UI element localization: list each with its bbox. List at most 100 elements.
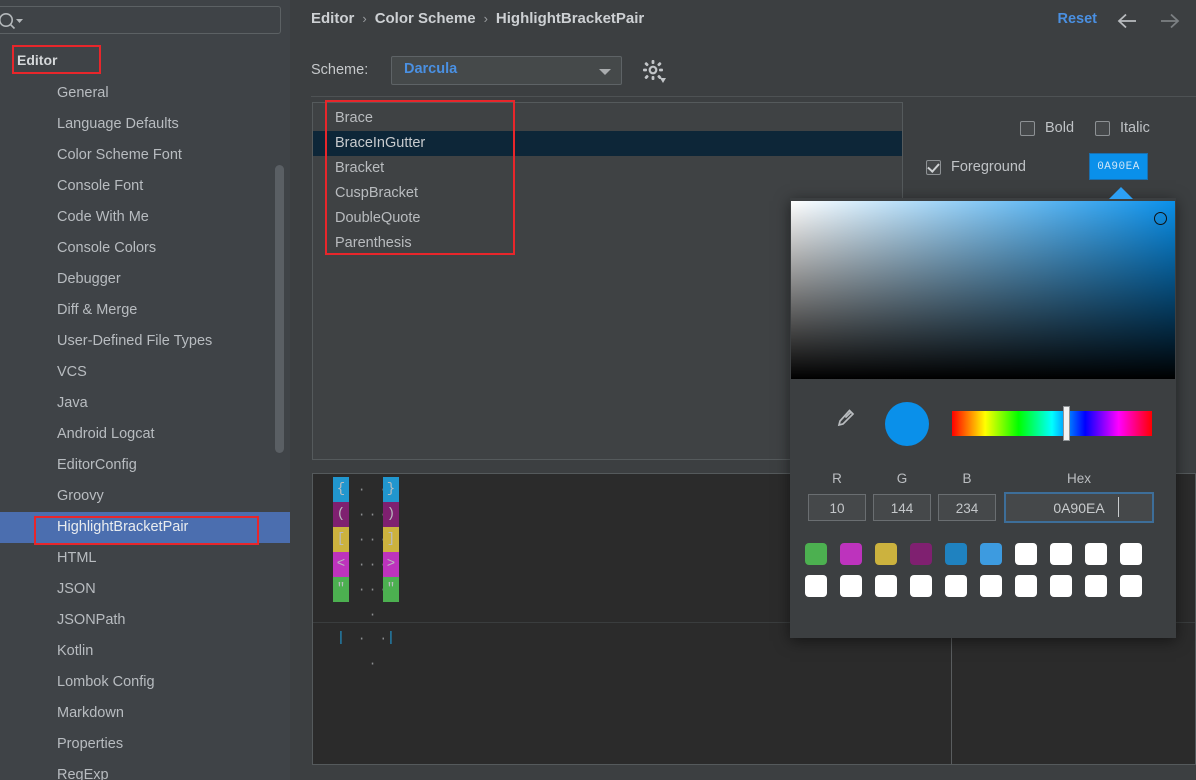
parenthesis-row: (· · ·): [333, 502, 399, 547]
chevron-down-icon[interactable]: [599, 69, 611, 75]
sidebar-item-android-logcat[interactable]: Android Logcat: [0, 419, 290, 450]
sidebar-item-lombok-config[interactable]: Lombok Config: [0, 667, 290, 698]
settings-sidebar: Editor General Language Defaults Color Sche…: [0, 0, 290, 780]
channel-label-g: G: [896, 471, 908, 486]
search-box[interactable]: [0, 6, 281, 35]
sv-cursor-handle[interactable]: [1154, 212, 1167, 225]
preview-open-bracket: (: [333, 502, 349, 527]
foreground-label: Foreground: [951, 159, 1026, 175]
hue-slider[interactable]: [952, 411, 1152, 436]
italic-checkbox[interactable]: [1095, 121, 1110, 136]
breadcrumb: Editor › Color Scheme › HighlightBracketPair: [311, 10, 644, 27]
arrow-right-icon[interactable]: [1158, 11, 1182, 31]
color-swatch-1-6[interactable]: [1015, 575, 1037, 597]
color-swatch-0-7[interactable]: [1050, 543, 1072, 565]
popup-arrow: [1109, 187, 1133, 199]
attribute-item-bracket[interactable]: Bracket: [313, 156, 902, 181]
sidebar-item-java[interactable]: Java: [0, 388, 290, 419]
foreground-color-swatch[interactable]: 0A90EA: [1089, 153, 1148, 180]
breadcrumb-item-0[interactable]: Editor: [311, 10, 354, 27]
scheme-selected-value: Darcula: [404, 61, 458, 77]
search-input[interactable]: [29, 7, 279, 35]
sidebar-item-console-font[interactable]: Console Font: [0, 171, 290, 202]
color-swatch-0-9[interactable]: [1120, 543, 1142, 565]
color-picker-popup: R 10 G 144 B 234 Hex 0A90EA: [790, 187, 1176, 638]
color-swatch-1-1[interactable]: [840, 575, 862, 597]
search-icon[interactable]: [0, 11, 27, 31]
sidebar-item-html[interactable]: HTML: [0, 543, 290, 574]
reset-button[interactable]: Reset: [1058, 11, 1098, 27]
attribute-item-braceingutter[interactable]: BraceInGutter: [313, 131, 902, 156]
preview-open-bracket: ": [333, 577, 349, 602]
brace-in-gutter-row: | · · · |: [333, 626, 399, 671]
preview-close-bracket: }: [383, 477, 399, 502]
sidebar-item-debugger[interactable]: Debugger: [0, 264, 290, 295]
sidebar-item-color-scheme-font[interactable]: Color Scheme Font: [0, 140, 290, 171]
color-swatch-1-8[interactable]: [1085, 575, 1107, 597]
bold-checkbox[interactable]: [1020, 121, 1035, 136]
color-swatch-1-3[interactable]: [910, 575, 932, 597]
foreground-checkbox[interactable]: [926, 160, 941, 175]
saturation-value-area[interactable]: [791, 201, 1175, 379]
sidebar-item-markdown[interactable]: Markdown: [0, 698, 290, 729]
sidebar-item-vcs[interactable]: VCS: [0, 357, 290, 388]
sidebar-item-editorconfig[interactable]: EditorConfig: [0, 450, 290, 481]
arrow-left-icon[interactable]: [1116, 11, 1140, 31]
gear-icon[interactable]: [642, 59, 666, 83]
color-swatch-0-6[interactable]: [1015, 543, 1037, 565]
hex-input[interactable]: 0A90EA: [1004, 492, 1154, 523]
sidebar-item-kotlin[interactable]: Kotlin: [0, 636, 290, 667]
sidebar-item-json[interactable]: JSON: [0, 574, 290, 605]
color-swatch-0-2[interactable]: [875, 543, 897, 565]
color-swatch-1-5[interactable]: [980, 575, 1002, 597]
sidebar-item-code-with-me[interactable]: Code With Me: [0, 202, 290, 233]
italic-label: Italic: [1120, 120, 1150, 136]
sidebar-item-general[interactable]: General: [0, 78, 290, 109]
channel-input-g[interactable]: 144: [873, 494, 931, 521]
color-swatch-1-0[interactable]: [805, 575, 827, 597]
color-swatch-0-5[interactable]: [980, 543, 1002, 565]
breadcrumb-separator: ›: [483, 11, 488, 26]
color-swatch-1-2[interactable]: [875, 575, 897, 597]
sidebar-scrollbar[interactable]: [275, 40, 287, 770]
channel-label-r: R: [832, 471, 842, 486]
scheme-label: Scheme:: [311, 62, 369, 78]
color-swatch-1-7[interactable]: [1050, 575, 1072, 597]
color-swatch-1-9[interactable]: [1120, 575, 1142, 597]
sidebar-item-jsonpath[interactable]: JSONPath: [0, 605, 290, 636]
channel-input-b[interactable]: 234: [938, 494, 996, 521]
color-swatch-1-4[interactable]: [945, 575, 967, 597]
color-swatch-0-0[interactable]: [805, 543, 827, 565]
color-swatch-0-4[interactable]: [945, 543, 967, 565]
attribute-item-brace[interactable]: Brace: [313, 106, 902, 131]
preview-close-bracket: ]: [383, 527, 399, 552]
sidebar-item-highlightbracketpair[interactable]: HighlightBracketPair: [0, 512, 290, 543]
sidebar-item-groovy[interactable]: Groovy: [0, 481, 290, 512]
preview-close-bracket: ): [383, 502, 399, 527]
sidebar-item-properties[interactable]: Properties: [0, 729, 290, 760]
scheme-dropdown[interactable]: Darcula: [391, 56, 622, 85]
eyedropper-icon[interactable]: [833, 407, 857, 433]
brace-row: {· · ·}: [333, 477, 399, 522]
bracket-row: [· · ·]: [333, 527, 399, 572]
color-swatch-0-8[interactable]: [1085, 543, 1107, 565]
channel-input-r[interactable]: 10: [808, 494, 866, 521]
breadcrumb-item-1[interactable]: Color Scheme: [375, 10, 476, 27]
sidebar-item-language-defaults[interactable]: Language Defaults: [0, 109, 290, 140]
preview-close-bracket: ": [383, 577, 399, 602]
sidebar-item-regexp[interactable]: RegExp: [0, 760, 290, 780]
hex-label: Hex: [1066, 471, 1091, 486]
hue-slider-handle[interactable]: [1063, 406, 1070, 441]
sidebar-item-diff-merge[interactable]: Diff & Merge: [0, 295, 290, 326]
sidebar-item-console-colors[interactable]: Console Colors: [0, 233, 290, 264]
double-quote-row: " · · · ": [333, 577, 399, 622]
preview-close-bracket: >: [383, 552, 399, 577]
preview-gutter-close: |: [386, 630, 396, 646]
breadcrumb-separator: ›: [362, 11, 367, 26]
color-swatch-0-3[interactable]: [910, 543, 932, 565]
sidebar-item-editor[interactable]: Editor: [0, 45, 290, 76]
sidebar-scrollbar-thumb[interactable]: [275, 165, 284, 453]
cusp-bracket-row: < · · · >: [333, 552, 399, 597]
color-swatch-0-1[interactable]: [840, 543, 862, 565]
sidebar-item-user-defined-file-types[interactable]: User-Defined File Types: [0, 326, 290, 357]
